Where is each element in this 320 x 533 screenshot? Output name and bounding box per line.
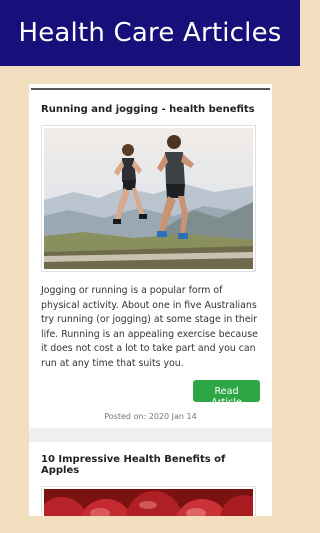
apples-photo [36,489,268,516]
article-title[interactable]: Running and jogging - health benefits [41,104,260,115]
read-article-button[interactable]: Read Article [193,380,260,408]
article-excerpt: Jogging or running is a popular form of … [41,285,258,369]
article-list[interactable]: Running and jogging - health benefits Jo… [29,84,272,516]
article-card[interactable]: 10 Impressive Health Benefits of Apples [29,442,272,516]
article-title[interactable]: 10 Impressive Health Benefits of Apples [41,454,260,476]
button-row: Read Article [41,380,260,408]
app-header: Health Care Articles [0,0,300,66]
running-couple-photo [44,128,253,269]
article-image[interactable] [41,125,256,272]
posted-date: Posted on: 2020 Jan 14 [104,412,197,421]
card-separator [29,428,272,442]
article-image[interactable] [36,486,268,516]
article-card[interactable]: Running and jogging - health benefits Jo… [29,90,272,421]
page-title: Health Care Articles [18,18,282,48]
